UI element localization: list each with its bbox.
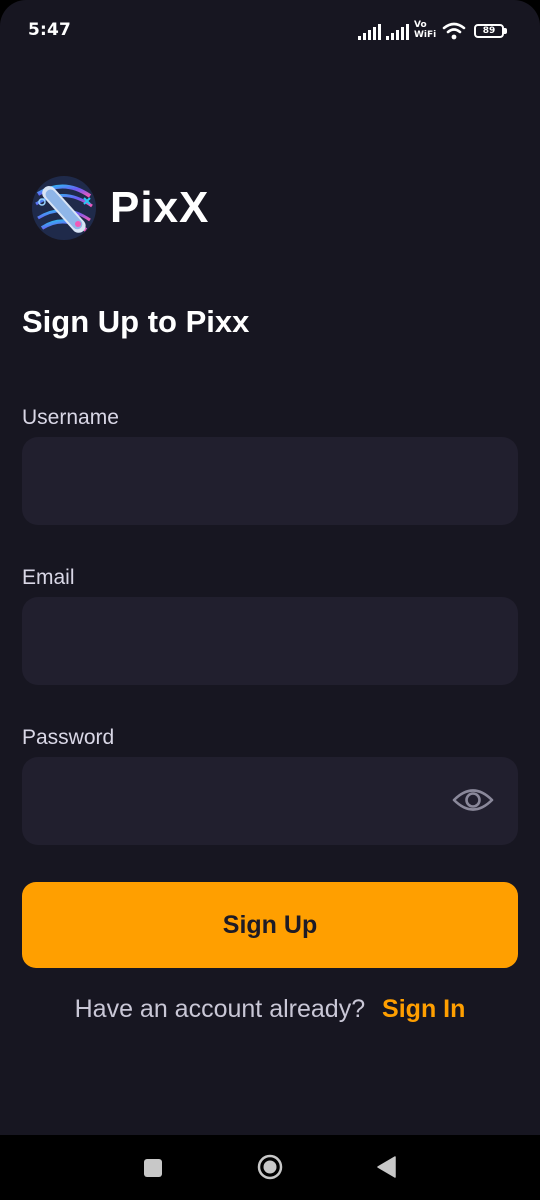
status-icons: Vo WiFi 89 (358, 20, 510, 44)
username-field-container (22, 437, 518, 525)
vowifi-bottom: WiFi (414, 30, 437, 40)
email-input[interactable] (22, 597, 518, 685)
signal-icon-secondary (386, 24, 409, 40)
signal-icon (358, 24, 381, 40)
username-label: Username (22, 406, 119, 429)
password-input[interactable] (22, 757, 518, 845)
app-screen: 5:47 Vo WiFi 89 PixX Sign Up to Pixx Use… (0, 0, 540, 1200)
password-label: Password (22, 726, 115, 749)
square-icon[interactable] (143, 1158, 163, 1178)
brand-logo: PixX (28, 174, 248, 242)
vowifi-top: Vo (414, 20, 427, 30)
wifi-icon (442, 22, 466, 40)
circle-icon[interactable] (257, 1154, 283, 1180)
system-nav-bar (0, 1135, 540, 1200)
page-title: Sign Up to Pixx (22, 304, 250, 339)
sign-up-button[interactable]: Sign Up (22, 882, 518, 968)
triangle-back-icon[interactable] (376, 1156, 396, 1178)
battery-icon: 89 (474, 24, 504, 38)
sign-in-prompt: Have an account already? Sign In (0, 995, 540, 1024)
eye-icon[interactable] (452, 785, 494, 815)
email-field-container (22, 597, 518, 685)
username-input[interactable] (22, 437, 518, 525)
status-time: 5:47 (28, 20, 72, 40)
battery-tip (504, 28, 507, 34)
status-bar: 5:47 Vo WiFi 89 (0, 0, 540, 62)
vowifi-indicator: Vo WiFi (414, 20, 436, 40)
sign-in-link[interactable]: Sign In (382, 995, 465, 1023)
brand-name: PixX (110, 183, 210, 232)
password-field-container (22, 757, 518, 845)
pixx-logo-icon (32, 176, 96, 240)
email-label: Email (22, 566, 75, 589)
sign-in-prompt-text: Have an account already? (74, 995, 366, 1023)
